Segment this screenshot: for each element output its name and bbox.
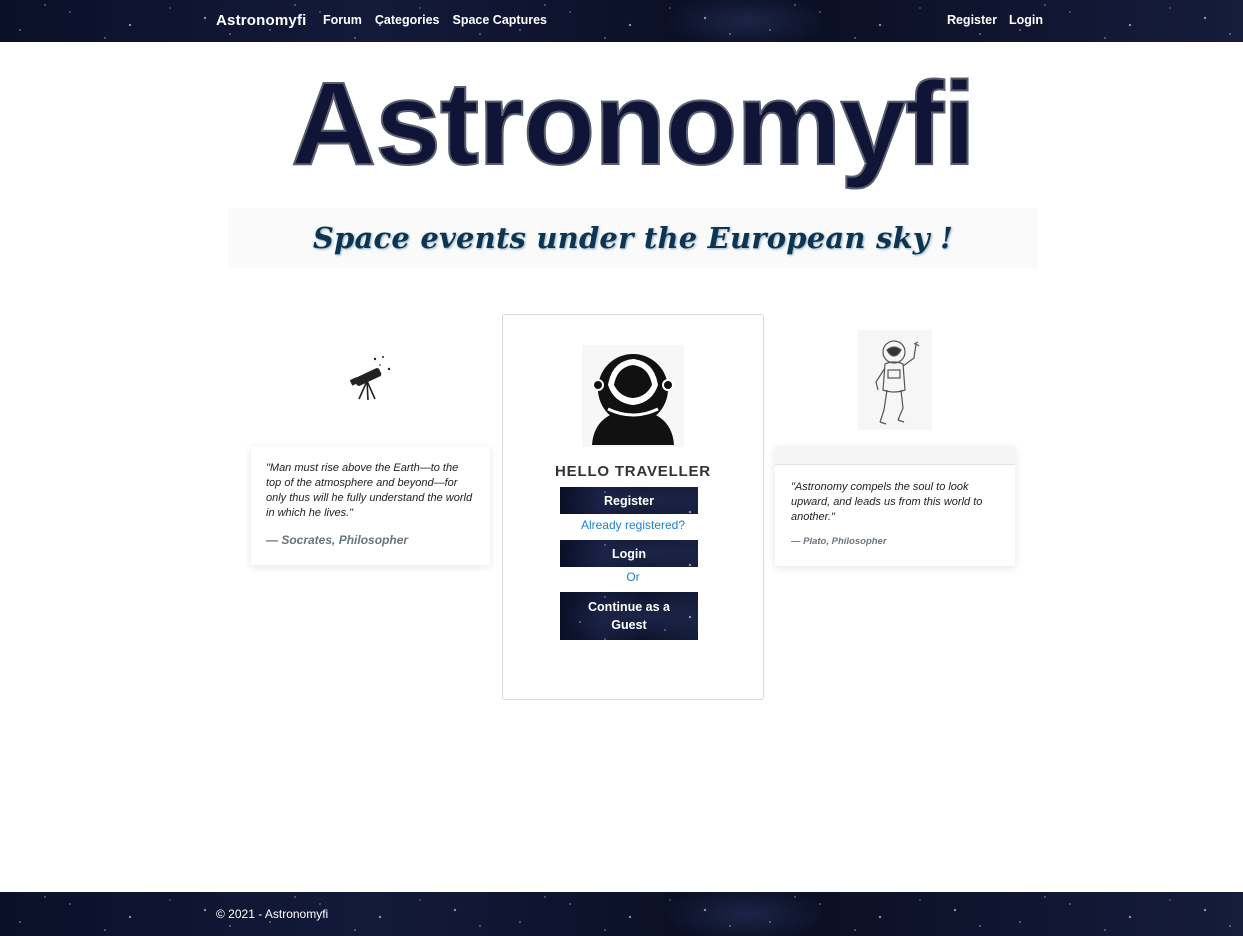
greeting-heading: HELLO TRAVELLER [555, 463, 711, 480]
navbar: Astronomyfi Forum Categories Space Captu… [0, 0, 1243, 42]
nav-categories-link[interactable]: Categories [375, 13, 440, 27]
login-button[interactable]: Login [560, 540, 698, 567]
quote-author: — Socrates, Philosopher [266, 533, 409, 547]
continue-as-guest-button[interactable]: Continue as a Guest [560, 592, 698, 640]
nav-space-captures-link[interactable]: Space Captures [453, 13, 547, 27]
site-logo: Astronomyfi [290, 44, 977, 204]
card-body: "Astronomy compels the soul to look upwa… [775, 465, 1015, 547]
astronaut-icon [858, 330, 932, 430]
tagline: Space events under the European sky ! [312, 221, 954, 255]
socrates-quote-card: "Man must rise above the Earth—to the to… [251, 446, 490, 565]
copyright-text: © 2021 - Astronomyfi [216, 907, 329, 921]
brand-link[interactable]: Astronomyfi [216, 12, 307, 29]
card-header [775, 446, 1015, 465]
nav-login-link[interactable]: Login [1009, 13, 1043, 27]
logo-text: Astronomyfi [290, 57, 977, 191]
welcome-card: HELLO TRAVELLER Register Already registe… [502, 314, 764, 700]
already-registered-link[interactable]: Already registered? [503, 518, 763, 532]
tagline-banner: Space events under the European sky ! [228, 208, 1038, 268]
or-link[interactable]: Or [503, 570, 763, 584]
quote-text: "Man must rise above the Earth—to the to… [266, 462, 473, 519]
astronaut-helmet-icon [582, 345, 684, 447]
telescope-icon [345, 353, 395, 403]
plato-quote-card: "Astronomy compels the soul to look upwa… [775, 446, 1015, 566]
quote-author: — Plato, Philosopher [791, 536, 887, 547]
nav-links: Forum Categories Space Captures [323, 13, 547, 27]
footer: © 2021 - Astronomyfi [0, 892, 1243, 936]
quote-text: "Astronomy compels the soul to look upwa… [791, 481, 983, 523]
nav-register-link[interactable]: Register [947, 13, 997, 27]
nav-forum-link[interactable]: Forum [323, 13, 362, 27]
nav-auth-links: Register Login [947, 13, 1043, 27]
register-button[interactable]: Register [560, 487, 698, 514]
